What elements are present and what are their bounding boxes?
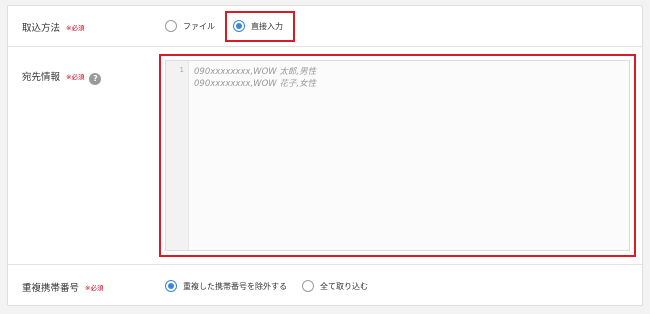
required-badge: ※必須 <box>66 73 85 81</box>
import-method-row: 取込方法 ※必須 ファイル 直接入力 <box>8 6 642 47</box>
radio-file[interactable]: ファイル <box>165 20 215 32</box>
duplicate-mobile-row: 重複携帯番号 ※必須 重複した携帯番号を除外する 全て取り込む <box>8 265 642 307</box>
required-badge: ※必須 <box>66 24 85 32</box>
radio-import-all[interactable]: 全て取り込む <box>302 280 368 292</box>
radio-circle[interactable] <box>165 280 177 292</box>
import-method-label-text: 取込方法 <box>22 23 61 34</box>
help-icon[interactable]: ? <box>89 73 102 85</box>
radio-circle[interactable] <box>165 20 177 32</box>
destination-label-text: 宛先情報 <box>22 72 61 83</box>
radio-direct-input-label: 直接入力 <box>251 21 283 31</box>
radio-file-label: ファイル <box>183 21 215 31</box>
radio-import-all-label: 全て取り込む <box>320 281 368 291</box>
required-badge: ※必須 <box>85 284 104 292</box>
editor-highlight-box <box>159 54 636 257</box>
duplicate-mobile-label-text: 重複携帯番号 <box>22 283 80 294</box>
import-method-label: 取込方法 ※必須 <box>22 20 84 34</box>
radio-direct-input[interactable]: 直接入力 <box>233 20 283 32</box>
destination-label: 宛先情報 ※必須? <box>22 69 102 85</box>
radio-exclude-duplicates[interactable]: 重複した携帯番号を除外する <box>165 280 287 292</box>
radio-circle[interactable] <box>233 20 245 32</box>
radio-exclude-duplicates-label: 重複した携帯番号を除外する <box>183 281 287 291</box>
duplicate-mobile-label: 重複携帯番号 ※必須 <box>22 280 103 294</box>
radio-circle[interactable] <box>302 280 314 292</box>
